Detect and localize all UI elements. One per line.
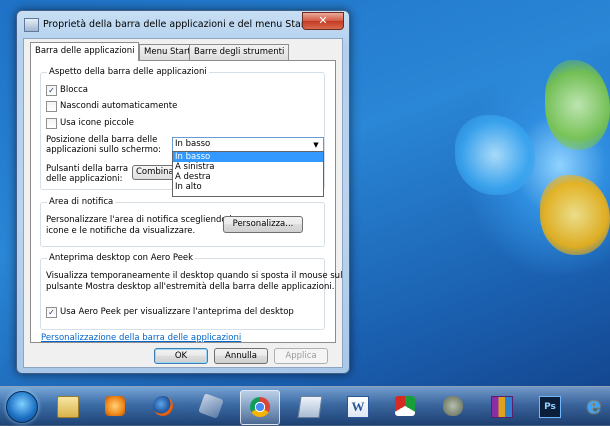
ok-button[interactable]: OK <box>154 348 208 364</box>
taskbar-app[interactable] <box>386 390 424 423</box>
position-dropdown-list: In basso A sinistra A destra In alto <box>172 151 324 197</box>
position-option-bottom[interactable]: In basso <box>173 152 323 162</box>
media-player-icon <box>105 396 125 416</box>
ie-icon: e <box>587 393 601 419</box>
taskbar-explorer[interactable] <box>48 390 86 423</box>
taskbar-word[interactable]: W <box>338 390 376 423</box>
tab-start-menu[interactable]: Menu Start <box>139 44 196 60</box>
taskbar-tools[interactable] <box>192 390 230 423</box>
small-icons-label: Usa icone piccole <box>60 118 135 128</box>
chevron-down-icon[interactable]: ▼ <box>311 140 321 150</box>
tools-icon <box>198 393 224 419</box>
position-select-value: In basso <box>175 139 211 149</box>
position-option-right[interactable]: A destra <box>173 172 323 182</box>
tab-toolbars[interactable]: Barre degli strumenti <box>189 44 290 60</box>
taskbar-media-player[interactable] <box>96 390 134 423</box>
start-button[interactable] <box>6 391 38 423</box>
window-app-icon <box>24 18 39 32</box>
dialog-body: Barra delle applicazioni Menu Start Barr… <box>23 38 343 368</box>
position-option-top[interactable]: In alto <box>173 182 323 192</box>
taskbar-chrome[interactable] <box>240 390 280 425</box>
small-icons-checkbox[interactable] <box>46 118 57 129</box>
firefox-icon <box>153 396 173 416</box>
buttons-select[interactable]: Combina s <box>132 165 177 180</box>
aero-peek-desc-line2: pulsante Mostra desktop all'estremità de… <box>46 282 335 292</box>
aero-peek-group: Anteprima desktop con Aero Peek Visualiz… <box>40 253 342 330</box>
app-icon <box>395 396 415 416</box>
autohide-checkbox[interactable] <box>46 101 57 112</box>
autohide-label: Nascondi automaticamente <box>60 101 178 111</box>
tab-panel: Aspetto della barra delle applicazioni ✓… <box>30 60 342 343</box>
windows-logo-green <box>545 60 610 150</box>
taskbar-notepad[interactable] <box>290 390 328 423</box>
taskbar-properties-window: Proprietà della barra delle applicazioni… <box>16 10 350 374</box>
position-option-left[interactable]: A sinistra <box>173 162 323 172</box>
appearance-group: Aspetto della barra delle applicazioni ✓… <box>40 67 325 197</box>
tab-taskbar[interactable]: Barra delle applicazioni <box>30 42 140 61</box>
position-label-line1: Posizione della barra delle <box>46 135 158 145</box>
aero-peek-group-title: Anteprima desktop con Aero Peek <box>47 253 196 263</box>
position-select[interactable]: In basso ▼ <box>172 137 324 152</box>
winrar-icon <box>491 396 513 418</box>
appearance-group-title: Aspetto della barra delle applicazioni <box>47 67 209 77</box>
aero-peek-checkbox-label: Usa Aero Peek per visualizzare l'antepri… <box>60 307 294 317</box>
apply-button[interactable]: Applica <box>274 348 328 364</box>
taskbar-evernote[interactable] <box>434 390 472 423</box>
photoshop-icon: Ps <box>539 396 561 418</box>
window-title: Proprietà della barra delle applicazioni… <box>43 19 309 30</box>
taskbar-ie[interactable]: e <box>578 390 610 423</box>
taskbar-winrar[interactable] <box>482 390 520 423</box>
notepad-icon <box>297 396 323 418</box>
buttons-label-line2: delle applicazioni: <box>46 174 123 184</box>
windows-logo-yellow <box>540 175 610 255</box>
explorer-icon <box>57 396 79 418</box>
taskbar-photoshop[interactable]: Ps <box>530 390 568 423</box>
chrome-icon <box>250 397 270 417</box>
close-button[interactable]: ✕ <box>302 12 344 30</box>
evernote-icon <box>443 396 463 416</box>
notification-group-title: Area di notifica <box>47 197 116 207</box>
buttons-label-line1: Pulsanti della barra <box>46 164 129 174</box>
notification-group: Area di notifica Personalizzare l'area d… <box>40 197 325 247</box>
notification-desc-line2: icone e le notifiche da visualizzare. <box>46 226 196 236</box>
word-icon: W <box>347 396 369 418</box>
aero-peek-desc-line1: Visualizza temporaneamente il desktop qu… <box>46 271 343 281</box>
taskbar-firefox[interactable] <box>144 390 182 423</box>
notification-desc-line1: Personalizzare l'area di notifica scegli… <box>46 215 237 225</box>
windows-logo-blue <box>455 115 535 195</box>
position-label-line2: applicazioni sullo schermo: <box>46 145 161 155</box>
customize-button[interactable]: Personalizza... <box>223 216 303 233</box>
title-bar[interactable]: Proprietà della barra delle applicazioni… <box>17 11 349 38</box>
lock-label: Blocca <box>60 85 88 95</box>
cancel-button[interactable]: Annulla <box>214 348 268 364</box>
lock-checkbox[interactable]: ✓ <box>46 85 57 96</box>
aero-peek-checkbox[interactable]: ✓ <box>46 307 57 318</box>
taskbar: W Ps e <box>0 386 610 426</box>
help-link[interactable]: Personalizzazione della barra delle appl… <box>41 333 241 343</box>
